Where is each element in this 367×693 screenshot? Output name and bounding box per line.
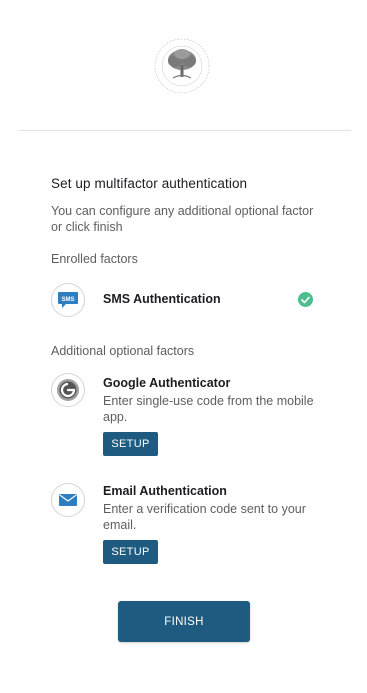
email-authentication-name: Email Authentication	[103, 484, 227, 498]
tree-seal-logo-icon	[153, 37, 211, 95]
finish-button[interactable]: FINISH	[118, 601, 250, 642]
email-authentication-description: Enter a verification code sent to your e…	[103, 502, 306, 532]
optional-factors-label: Additional optional factors	[51, 344, 195, 358]
enrolled-factors-label: Enrolled factors	[51, 252, 138, 266]
sms-factor-name: SMS Authentication	[103, 292, 221, 306]
svg-text:SMS: SMS	[61, 297, 74, 303]
check-circle-icon	[298, 292, 313, 307]
google-authenticator-description: Enter single-use code from the mobile ap…	[103, 394, 314, 424]
header-divider	[18, 130, 351, 131]
page-subtitle: You can configure any additional optiona…	[51, 204, 314, 234]
email-authentication-setup-button[interactable]: SETUP	[103, 540, 158, 564]
google-authenticator-name: Google Authenticator	[103, 376, 231, 390]
google-authenticator-setup-button[interactable]: SETUP	[103, 432, 158, 456]
google-authenticator-icon	[51, 373, 85, 407]
page-title: Set up multifactor authentication	[51, 176, 248, 191]
mfa-setup-card: Set up multifactor authentication You ca…	[0, 0, 367, 693]
sms-icon: SMS	[51, 283, 85, 317]
email-icon	[51, 483, 85, 517]
